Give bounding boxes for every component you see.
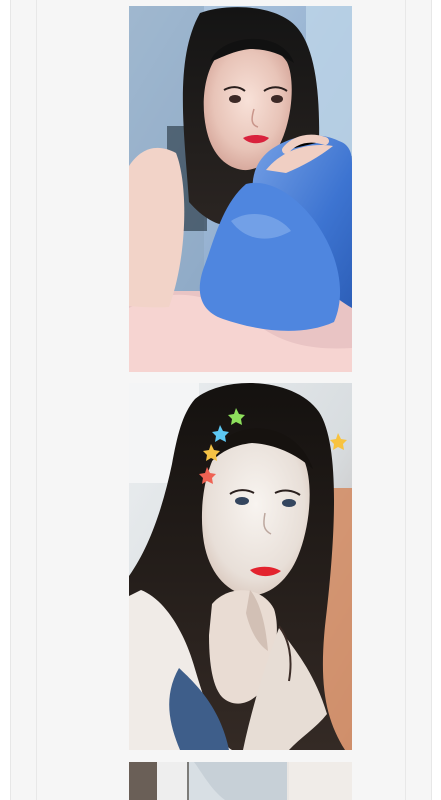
partial-room-photo-image	[129, 762, 352, 800]
selfie-blue-pillow-image	[129, 6, 352, 372]
photo-feed-page	[0, 0, 441, 800]
photo-card-1[interactable]	[129, 6, 352, 372]
photo-card-3[interactable]	[129, 762, 352, 800]
right-divider	[405, 0, 406, 800]
photo-card-2[interactable]	[129, 383, 352, 750]
selfie-star-hairclips-image	[129, 383, 352, 750]
left-divider	[36, 0, 37, 800]
